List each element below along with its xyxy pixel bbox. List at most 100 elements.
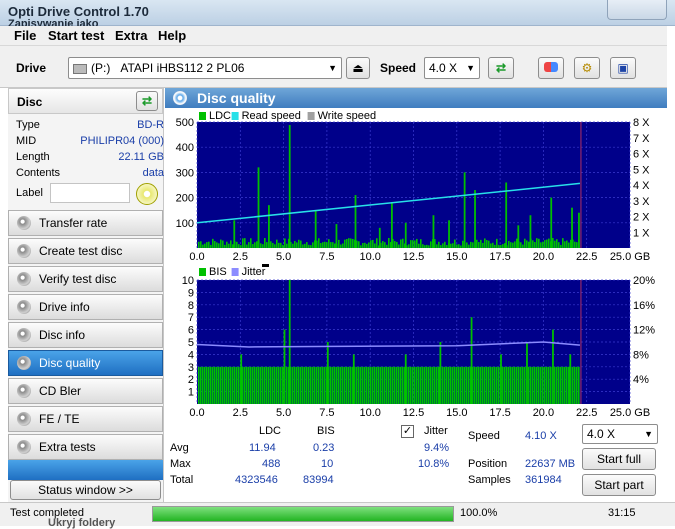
sidebar-item-extra-tests[interactable]: Extra tests [8,434,163,460]
bis-bar [234,366,236,404]
y-tick-label: 9 [188,287,194,299]
bis-bar [496,366,498,404]
total-label: Total [170,474,194,486]
ldc-bar [256,241,258,248]
bis-bar [560,366,562,404]
bis-bar [522,366,524,404]
bis-bar [282,366,284,404]
panel-header: Disc quality [165,88,667,108]
ldc-bar [454,239,456,248]
menu-extra[interactable]: Extra [115,28,148,43]
bis-bar [422,366,424,404]
disc-info-value: 22.11 GB [118,151,164,163]
ldc-bar [300,240,302,248]
sidebar-item-drive-info[interactable]: Drive info [8,294,163,320]
bis-bar [444,366,446,404]
sidebar-item-label: Drive info [39,300,90,314]
ldc-bar [502,244,504,248]
bis-bar [466,366,468,404]
sidebar-item-transfer-rate[interactable]: Transfer rate [8,210,163,236]
ldc-peak-bar [354,195,357,248]
bis-bar [462,366,464,404]
ldc-bar [394,241,396,248]
bis-bar [474,366,476,404]
samples-label: Samples [468,474,511,486]
ldc-bar [494,244,496,248]
sidebar-item-label: Disc quality [39,356,101,370]
bis-bar [514,366,516,404]
bis-bar [308,366,310,404]
bis-bar [502,366,504,404]
sidebar-item-disc-quality[interactable]: Disc quality [8,350,163,376]
sidebar-item-cd-bler[interactable]: CD Bler [8,378,163,404]
bis-bar [508,366,510,404]
col-jitter: Jitter [424,425,448,437]
ldc-bar [458,244,460,248]
sidebar-item-disc-info[interactable]: Disc info [8,322,163,348]
disc-info-key: Contents [16,167,61,179]
bis-bar [534,366,536,404]
erase-button[interactable] [538,57,564,79]
ldc-bar [204,243,206,248]
ldc-bar [476,239,478,248]
ldc-bar [318,238,320,248]
test-speed-select[interactable]: 4.0 X ▼ [582,424,658,444]
ldc-bar [444,241,446,248]
bis-bar [430,366,432,404]
ldc-bar [254,242,256,248]
behind-text: Ukryj foldery [48,517,116,529]
disc-label-button[interactable] [136,183,158,205]
disc-refresh-button[interactable]: ⇄ [136,91,158,111]
status-window-button[interactable]: Status window >> [10,480,161,500]
bis-bar [476,366,478,404]
disc-info-key: MID [16,135,37,147]
settings-button[interactable]: ⚙ [574,57,600,79]
ldc-peak-bar [517,225,520,248]
ldc-bar [382,241,384,248]
drive-select[interactable]: (P:) ATAPI iHBS112 2 PL06 ▼ [68,57,342,79]
ldc-bar [490,243,492,248]
label-input[interactable] [50,183,130,203]
y2-tick-label: 1 X [633,227,650,239]
start-part-button[interactable]: Start part [582,474,656,496]
bis-bar [236,366,238,404]
x-tick-label: 2.5 [233,251,248,263]
jitter-checkbox[interactable]: ✓ [401,425,414,438]
ldc-bar [266,242,268,248]
bis-bar [232,366,234,404]
y2-tick-label: 6 X [633,149,650,161]
menu-file[interactable]: File [14,28,36,43]
sidebar-item-fe-te[interactable]: FE / TE [8,406,163,432]
ldc-bar [442,243,444,248]
ldc-bar [430,241,432,248]
menu-help[interactable]: Help [158,28,186,43]
ldc-bar [344,239,346,248]
disc-icon [17,272,31,286]
refresh-button[interactable]: ⇄ [488,57,514,79]
disc-quality-icon [173,91,187,105]
ldc-bar [370,240,372,248]
bis-bar [384,366,386,404]
bis-bar [408,366,410,404]
speed-select[interactable]: 4.0 X ▼ [424,57,480,79]
start-full-button[interactable]: Start full [582,448,656,470]
ldc-bar [498,244,500,248]
ldc-bar [472,242,474,248]
ldc-bar [352,238,354,248]
menu-start-test[interactable]: Start test [48,28,104,43]
eject-button[interactable]: ⏏ [346,57,370,79]
disc-header: Disc [17,95,43,109]
save-button[interactable]: ▣ [610,57,636,79]
y-tick-label: 6 [188,325,194,337]
disc-icon [17,328,31,342]
ldc-bar [216,242,218,248]
ldc-peak-bar [404,222,407,248]
sidebar-item-create-test-disc[interactable]: Create test disc [8,238,163,264]
bis-bar [454,366,456,404]
window-controls[interactable] [607,0,667,20]
ldc-bar [402,238,404,248]
bis-bar [392,366,394,404]
bis-bar [348,366,350,404]
disc-info-value: data [142,167,164,179]
sidebar-item-verify-test-disc[interactable]: Verify test disc [8,266,163,292]
